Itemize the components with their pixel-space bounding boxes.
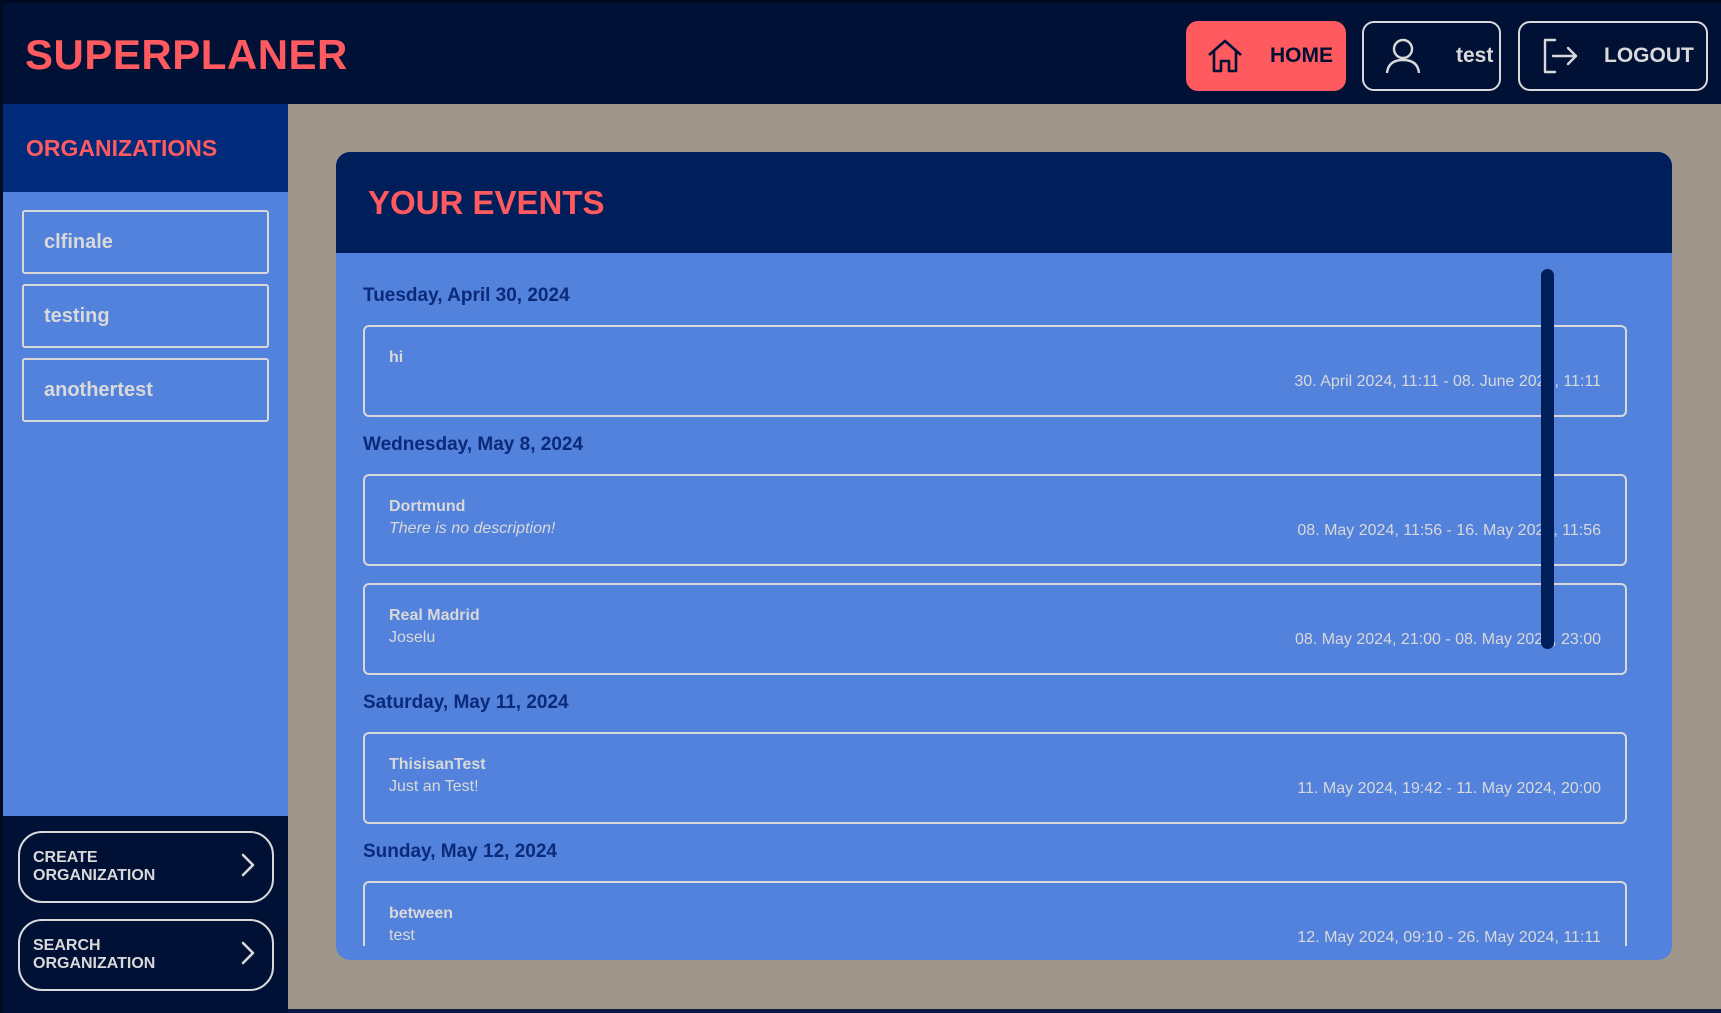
- event-description: There is no description!: [389, 520, 556, 537]
- event-card[interactable]: hi 30. April 2024, 11:11 - 08. June 2024…: [363, 325, 1627, 417]
- event-title: Real Madrid: [389, 607, 480, 624]
- user-icon: [1380, 33, 1426, 79]
- search-organization-button[interactable]: SEARCH ORGANIZATION: [18, 919, 274, 991]
- event-card[interactable]: ThisisanTest Just an Test! 11. May 2024,…: [363, 732, 1627, 824]
- search-organization-label: SEARCH ORGANIZATION: [33, 937, 156, 972]
- logout-icon: [1536, 33, 1582, 79]
- chevron-right-icon: [238, 939, 258, 972]
- day-label: Wednesday, May 8, 2024: [363, 434, 584, 455]
- events-scrollbar[interactable]: [1541, 269, 1554, 649]
- day-label: Sunday, May 12, 2024: [363, 841, 557, 862]
- main-content: YOUR EVENTS Tuesday, April 30, 2024 hi 3…: [288, 104, 1721, 1009]
- event-time: 12. May 2024, 09:10 - 26. May 2024, 11:1…: [1297, 929, 1601, 946]
- event-card[interactable]: Dortmund There is no description! 08. Ma…: [363, 474, 1627, 566]
- event-card[interactable]: between test 12. May 2024, 09:10 - 26. M…: [363, 881, 1627, 946]
- event-title: hi: [389, 349, 404, 366]
- logout-button[interactable]: LOGOUT: [1518, 21, 1708, 91]
- event-time: 08. May 2024, 21:00 - 08. May 2024, 23:0…: [1295, 631, 1601, 648]
- organization-item-testing[interactable]: testing: [22, 284, 269, 348]
- app-brand[interactable]: SUPERPLANER: [25, 31, 348, 79]
- event-title: between: [389, 905, 454, 922]
- event-card[interactable]: Real Madrid Joselu 08. May 2024, 21:00 -…: [363, 583, 1627, 675]
- events-title: YOUR EVENTS: [336, 152, 1672, 253]
- home-icon: [1202, 33, 1248, 79]
- event-description: Joselu: [389, 629, 436, 646]
- day-label: Saturday, May 11, 2024: [363, 692, 569, 713]
- chevron-right-icon: [238, 851, 258, 884]
- event-description: Just an Test!: [389, 778, 479, 795]
- event-title: Dortmund: [389, 498, 466, 515]
- create-organization-label: CREATE ORGANIZATION: [33, 849, 156, 884]
- event-time: 11. May 2024, 19:42 - 11. May 2024, 20:0…: [1297, 780, 1601, 797]
- home-label: HOME: [1270, 44, 1333, 67]
- events-list[interactable]: Tuesday, April 30, 2024 hi 30. April 202…: [363, 253, 1627, 946]
- user-button[interactable]: test: [1362, 21, 1501, 91]
- event-title: ThisisanTest: [389, 756, 486, 773]
- home-button[interactable]: HOME: [1186, 21, 1346, 91]
- top-header: SUPERPLANER HOME test LOGOUT: [0, 0, 1721, 104]
- day-label: Tuesday, April 30, 2024: [363, 285, 570, 306]
- sidebar: ORGANIZATIONS clfinale testing anotherte…: [0, 104, 288, 1013]
- create-organization-button[interactable]: CREATE ORGANIZATION: [18, 831, 274, 903]
- events-panel: YOUR EVENTS Tuesday, April 30, 2024 hi 3…: [336, 152, 1672, 960]
- user-label: test: [1456, 44, 1494, 67]
- logout-label: LOGOUT: [1604, 44, 1694, 67]
- organization-item-anothertest[interactable]: anothertest: [22, 358, 269, 422]
- sidebar-title: ORGANIZATIONS: [3, 104, 288, 192]
- organization-item-clfinale[interactable]: clfinale: [22, 210, 269, 274]
- organization-list: clfinale testing anothertest: [3, 192, 288, 422]
- sidebar-actions: CREATE ORGANIZATION SEARCH ORGANIZATION: [3, 816, 288, 1013]
- event-description: test: [389, 927, 415, 944]
- event-time: 08. May 2024, 11:56 - 16. May 2024, 11:5…: [1297, 522, 1601, 539]
- event-time: 30. April 2024, 11:11 - 08. June 2024, 1…: [1294, 373, 1601, 390]
